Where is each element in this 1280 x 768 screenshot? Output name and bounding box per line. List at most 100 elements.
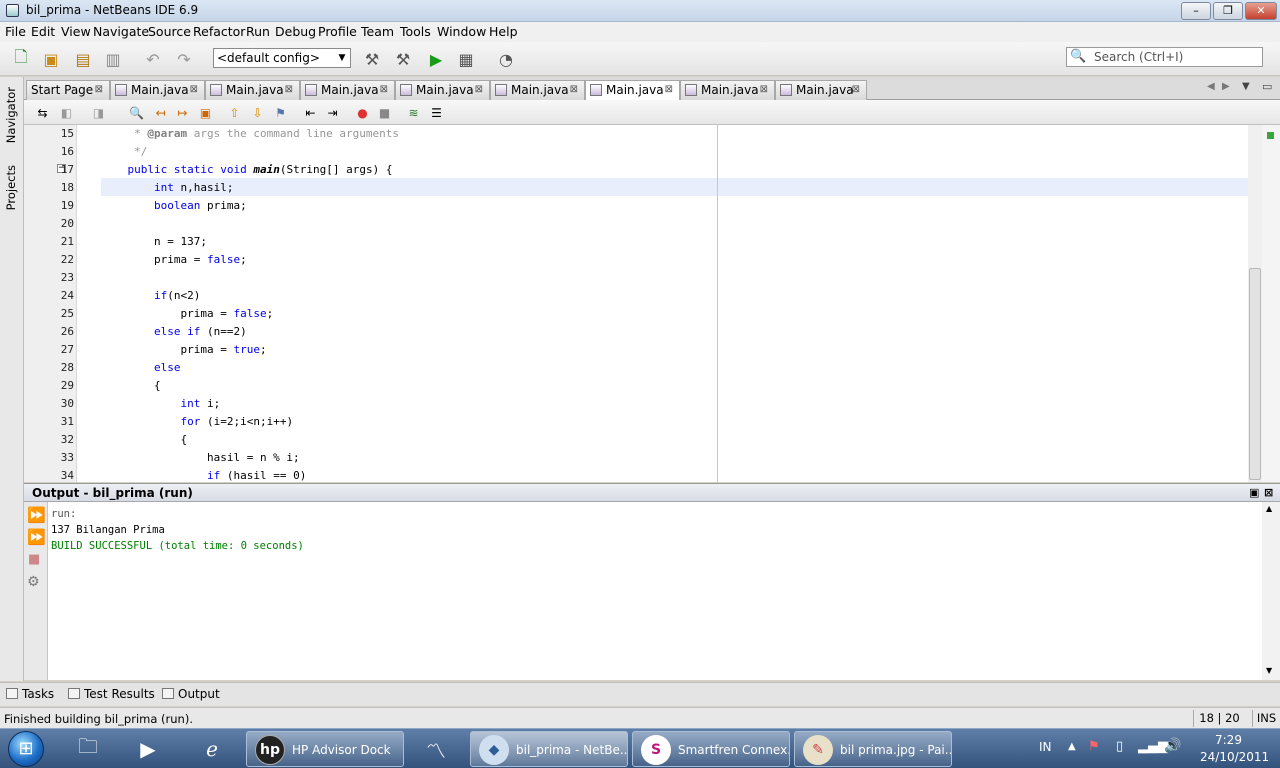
tab-main-java-7[interactable]: Main.java ⊠ <box>680 80 775 100</box>
new-project-icon[interactable]: ▣ <box>40 48 62 70</box>
close-tab-icon[interactable]: ⊠ <box>570 81 578 99</box>
task-smartfren-connex[interactable]: S Smartfren Connex... <box>632 731 790 767</box>
navigator-panel-tab[interactable]: Navigator <box>4 87 18 143</box>
volume-icon[interactable]: 🔊 <box>1164 738 1181 754</box>
menu-window[interactable]: Window <box>437 24 486 39</box>
menu-profile[interactable]: Profile <box>318 24 357 39</box>
close-tab-icon[interactable]: ⊠ <box>760 81 768 99</box>
new-file-icon[interactable]: 🗋 <box>10 47 32 70</box>
task-paint[interactable]: ✎ bil prima.jpg - Pai... <box>794 731 952 767</box>
source-history-icon[interactable]: ⇆ <box>34 104 51 121</box>
close-tab-icon[interactable]: ⊠ <box>852 81 860 99</box>
menu-file[interactable]: File <box>5 24 26 39</box>
show-hidden-icons-icon[interactable]: ▲ <box>1068 741 1076 752</box>
redo-icon[interactable]: ↷ <box>173 48 195 70</box>
menu-run[interactable]: Run <box>246 24 270 39</box>
close-tab-icon[interactable]: ⊠ <box>285 81 293 99</box>
close-panel-icon[interactable]: ⊠ <box>1264 486 1273 499</box>
menu-help[interactable]: Help <box>489 24 518 39</box>
menu-refactor[interactable]: Refactor <box>193 24 245 39</box>
config-select[interactable]: <default config> ▼ <box>213 48 351 68</box>
internet-explorer-icon[interactable]: ℯ <box>192 733 232 765</box>
explorer-icon[interactable]: 🗀 <box>68 733 108 765</box>
profile-icon[interactable]: ◔ <box>495 48 517 70</box>
close-button[interactable]: ✕ <box>1245 2 1277 20</box>
tab-main-java-3[interactable]: Main.java ⊠ <box>300 80 395 100</box>
input-language[interactable]: IN <box>1039 740 1052 754</box>
menu-debug[interactable]: Debug <box>275 24 316 39</box>
output-text-area[interactable]: run: 137 Bilangan Prima BUILD SUCCESSFUL… <box>48 502 1262 680</box>
settings-icon[interactable]: ⚙ <box>27 574 40 590</box>
close-tab-icon[interactable]: ⊠ <box>380 81 388 99</box>
stop-macro-icon[interactable]: ■ <box>376 104 393 121</box>
pulse-app-icon[interactable]: 〽 <box>416 733 456 765</box>
projects-panel-tab[interactable]: Projects <box>4 165 18 210</box>
tab-main-java-4[interactable]: Main.java ⊠ <box>395 80 490 100</box>
build-hammer-icon[interactable]: ⚒ <box>361 48 383 70</box>
find-icon[interactable]: 🔍 <box>128 104 145 121</box>
tab-main-java-1[interactable]: Main.java ⊠ <box>110 80 205 100</box>
scroll-down-icon[interactable]: ▼ <box>1266 666 1272 675</box>
tab-start-page[interactable]: Start Page ⊠ <box>26 80 110 100</box>
run-icon[interactable]: ▶ <box>425 48 447 70</box>
previous-bookmark-icon[interactable]: ⇧ <box>226 104 243 121</box>
maximize-editor-icon[interactable]: ▭ <box>1262 80 1272 93</box>
clock-date[interactable]: 24/10/2011 <box>1200 750 1269 764</box>
tab-output[interactable]: Output <box>162 687 220 701</box>
rerun-icon[interactable]: ⏩ <box>27 506 46 524</box>
menu-navigate[interactable]: Navigate <box>93 24 149 39</box>
maximize-panel-icon[interactable]: ▣ <box>1249 486 1259 499</box>
start-macro-icon[interactable]: ● <box>354 104 371 121</box>
tab-main-java-6[interactable]: Main.java ⊠ <box>585 80 680 101</box>
scroll-tabs-right-icon[interactable]: ▶ <box>1222 81 1230 92</box>
editor-scroll-thumb[interactable] <box>1249 268 1261 480</box>
media-player-icon[interactable]: ▶ <box>128 733 168 765</box>
menu-edit[interactable]: Edit <box>31 24 55 39</box>
shift-right-icon[interactable]: ⇥ <box>324 104 341 121</box>
forward-icon[interactable]: ◨ <box>90 104 107 121</box>
open-project-icon[interactable]: ▤ <box>72 48 94 70</box>
tab-test-results[interactable]: Test Results <box>68 687 155 701</box>
tab-main-java-5[interactable]: Main.java ⊠ <box>490 80 585 100</box>
clean-build-icon[interactable]: ⚒ <box>392 48 414 70</box>
debug-icon[interactable]: ▦ <box>455 48 477 70</box>
battery-icon[interactable]: ▯ <box>1116 739 1123 754</box>
search-input[interactable]: 🔍 Search (Ctrl+I) <box>1066 47 1263 67</box>
shift-left-icon[interactable]: ⇤ <box>302 104 319 121</box>
stop-icon[interactable]: ■ <box>28 552 40 567</box>
back-icon[interactable]: ◧ <box>58 104 75 121</box>
close-tab-icon[interactable]: ⊠ <box>95 81 103 99</box>
menu-tools[interactable]: Tools <box>400 24 431 39</box>
action-center-icon[interactable]: ⚑ <box>1088 739 1100 754</box>
task-netbeans[interactable]: ◆ bil_prima - NetBe... <box>470 731 628 767</box>
maximize-button[interactable]: ❐ <box>1213 2 1243 20</box>
tab-main-java-8[interactable]: Main.java ⊠ <box>775 80 867 100</box>
tab-list-dropdown-icon[interactable]: ▼ <box>1242 81 1250 92</box>
tab-tasks[interactable]: Tasks <box>6 687 54 701</box>
tab-main-java-2[interactable]: Main.java ⊠ <box>205 80 300 100</box>
output-vertical-scrollbar[interactable]: ▲ ▼ <box>1262 502 1280 680</box>
rerun-with-params-icon[interactable]: ⏩ <box>27 528 46 546</box>
undo-icon[interactable]: ↶ <box>142 48 164 70</box>
next-bookmark-icon[interactable]: ⇩ <box>249 104 266 121</box>
menu-view[interactable]: View <box>61 24 91 39</box>
close-tab-icon[interactable]: ⊠ <box>665 81 673 99</box>
scroll-tabs-left-icon[interactable]: ◀ <box>1207 81 1215 92</box>
toggle-bookmark-icon[interactable]: ⚑ <box>272 104 289 121</box>
clock-time[interactable]: 7:29 <box>1215 733 1242 747</box>
find-next-icon[interactable]: ↦ <box>174 104 191 121</box>
close-tab-icon[interactable]: ⊠ <box>190 81 198 99</box>
save-all-icon[interactable]: ▥ <box>102 48 124 70</box>
scroll-up-icon[interactable]: ▲ <box>1266 504 1272 513</box>
task-hp-advisor-dock[interactable]: hp HP Advisor Dock <box>246 731 404 767</box>
close-tab-icon[interactable]: ⊠ <box>475 81 483 99</box>
minimize-button[interactable]: – <box>1181 2 1211 20</box>
find-previous-icon[interactable]: ↤ <box>152 104 169 121</box>
toggle-highlight-icon[interactable]: ▣ <box>197 104 214 121</box>
code-editor[interactable]: − 15 16 17 18 19 20 21 22 23 24 25 26 27 28 29 30 31 32 33… <box>24 125 1248 482</box>
menu-source[interactable]: Source <box>148 24 191 39</box>
start-button[interactable]: ⊞ <box>8 731 44 767</box>
menu-team[interactable]: Team <box>361 24 394 39</box>
comment-icon[interactable]: ≋ <box>405 104 422 121</box>
uncomment-icon[interactable]: ☰ <box>428 104 445 121</box>
